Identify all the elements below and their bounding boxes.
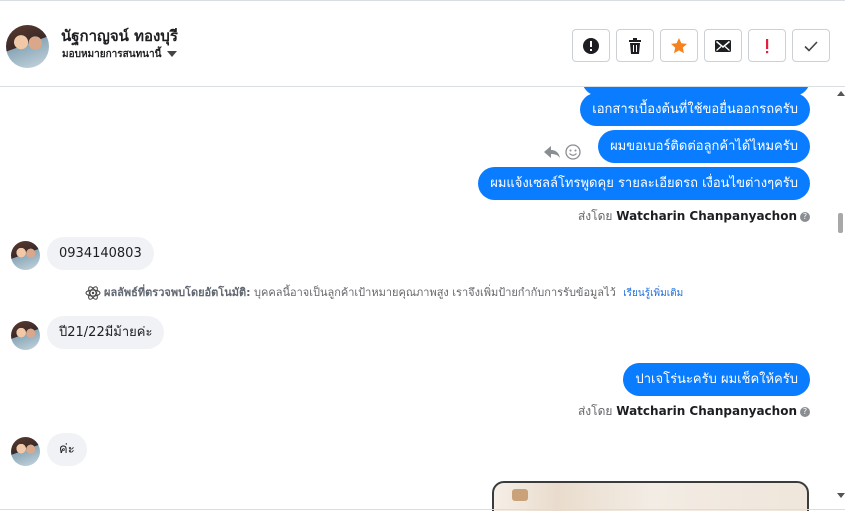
learn-more-link[interactable]: เรียนรู้เพิ่มเติม	[623, 288, 683, 299]
scroll-up-arrow-icon[interactable]	[837, 91, 845, 96]
trash-icon	[629, 37, 641, 54]
message-bubble-outgoing[interactable]: ปาเจโร่นะครับ ผมเช็คให้ครับ	[623, 363, 810, 396]
atom-icon	[85, 286, 101, 300]
help-icon[interactable]: ?	[800, 406, 810, 417]
star-button[interactable]	[660, 29, 698, 62]
spam-button[interactable]	[748, 29, 786, 62]
sent-by-label: ส่งโดย Watcharin Chanpanyachon?	[578, 402, 810, 421]
message-bubble-incoming[interactable]: ค่ะ	[47, 433, 87, 466]
message-bubble-outgoing[interactable]: ผมแจ้งเซลล์โทรพูดคุย รายละเอียดรถ เงื่อน…	[478, 167, 810, 200]
contact-avatar-small[interactable]	[11, 241, 40, 270]
scroll-down-arrow-icon[interactable]	[837, 493, 845, 498]
conversation-pane: นัฐกาญจน์ ทองบุรี มอบหมายการสนทนานี้ เอก…	[0, 0, 845, 511]
message-bubble-outgoing[interactable]: ผมขอเบอร์ติดต่อลูกค้าได้ไหมครับ	[598, 130, 810, 163]
report-button[interactable]	[572, 29, 610, 62]
conversation-toolbar	[572, 29, 830, 62]
sender-name: Watcharin Chanpanyachon	[616, 209, 797, 223]
reply-icon[interactable]	[543, 144, 561, 160]
scrollbar[interactable]	[836, 87, 845, 511]
envelope-icon	[715, 39, 731, 52]
scrollbar-thumb[interactable]	[838, 213, 843, 233]
auto-detect-note: ผลลัพธ์ที่ตรวจพบโดยอัตโนมัติ: บุคคลนี้อา…	[85, 283, 683, 301]
caret-down-icon	[167, 51, 178, 57]
message-actions	[543, 144, 581, 160]
done-button[interactable]	[792, 29, 830, 62]
delete-button[interactable]	[616, 29, 654, 62]
check-icon	[804, 40, 818, 52]
mark-unread-button[interactable]	[704, 29, 742, 62]
alert-circle-icon	[583, 37, 599, 54]
message-bubble-incoming[interactable]: 0934140803	[47, 237, 154, 270]
contact-name[interactable]: นัฐกาญจน์ ทองบุรี	[61, 24, 178, 48]
contact-avatar-small[interactable]	[11, 437, 40, 466]
contact-avatar-small[interactable]	[11, 321, 40, 350]
message-list[interactable]: เอกสารเบื้องต้นที่ใช้ขอยื่นออกรถครับ ผมข…	[0, 87, 836, 511]
react-smiley-icon[interactable]	[565, 144, 581, 160]
sent-by-prefix: ส่งโดย	[577, 404, 613, 418]
star-icon	[671, 37, 687, 53]
sent-by-prefix: ส่งโดย	[577, 209, 613, 223]
auto-note-text: บุคคลนี้อาจเป็นลูกค้าเป้าหมายคุณภาพสูง เ…	[254, 286, 616, 299]
auto-note-label: ผลลัพธ์ที่ตรวจพบโดยอัตโนมัติ:	[104, 286, 251, 299]
sent-by-label: ส่งโดย Watcharin Chanpanyachon?	[578, 207, 810, 226]
contact-avatar[interactable]	[6, 25, 49, 68]
exclamation-icon	[766, 38, 769, 53]
help-icon[interactable]: ?	[800, 211, 810, 222]
conversation-header: นัฐกาญจน์ ทองบุรี มอบหมายการสนทนานี้	[0, 1, 845, 87]
sender-name: Watcharin Chanpanyachon	[616, 404, 797, 418]
assign-conversation-dropdown[interactable]: มอบหมายการสนทนานี้	[62, 47, 178, 62]
divider	[0, 509, 845, 510]
image-attachment[interactable]	[492, 481, 809, 511]
message-bubble-outgoing[interactable]: เอกสารเบื้องต้นที่ใช้ขอยื่นออกรถครับ	[580, 93, 810, 126]
message-bubble-incoming[interactable]: ปี21/22มีม้ายค่ะ	[47, 316, 165, 349]
assign-label: มอบหมายการสนทนานี้	[62, 49, 162, 60]
